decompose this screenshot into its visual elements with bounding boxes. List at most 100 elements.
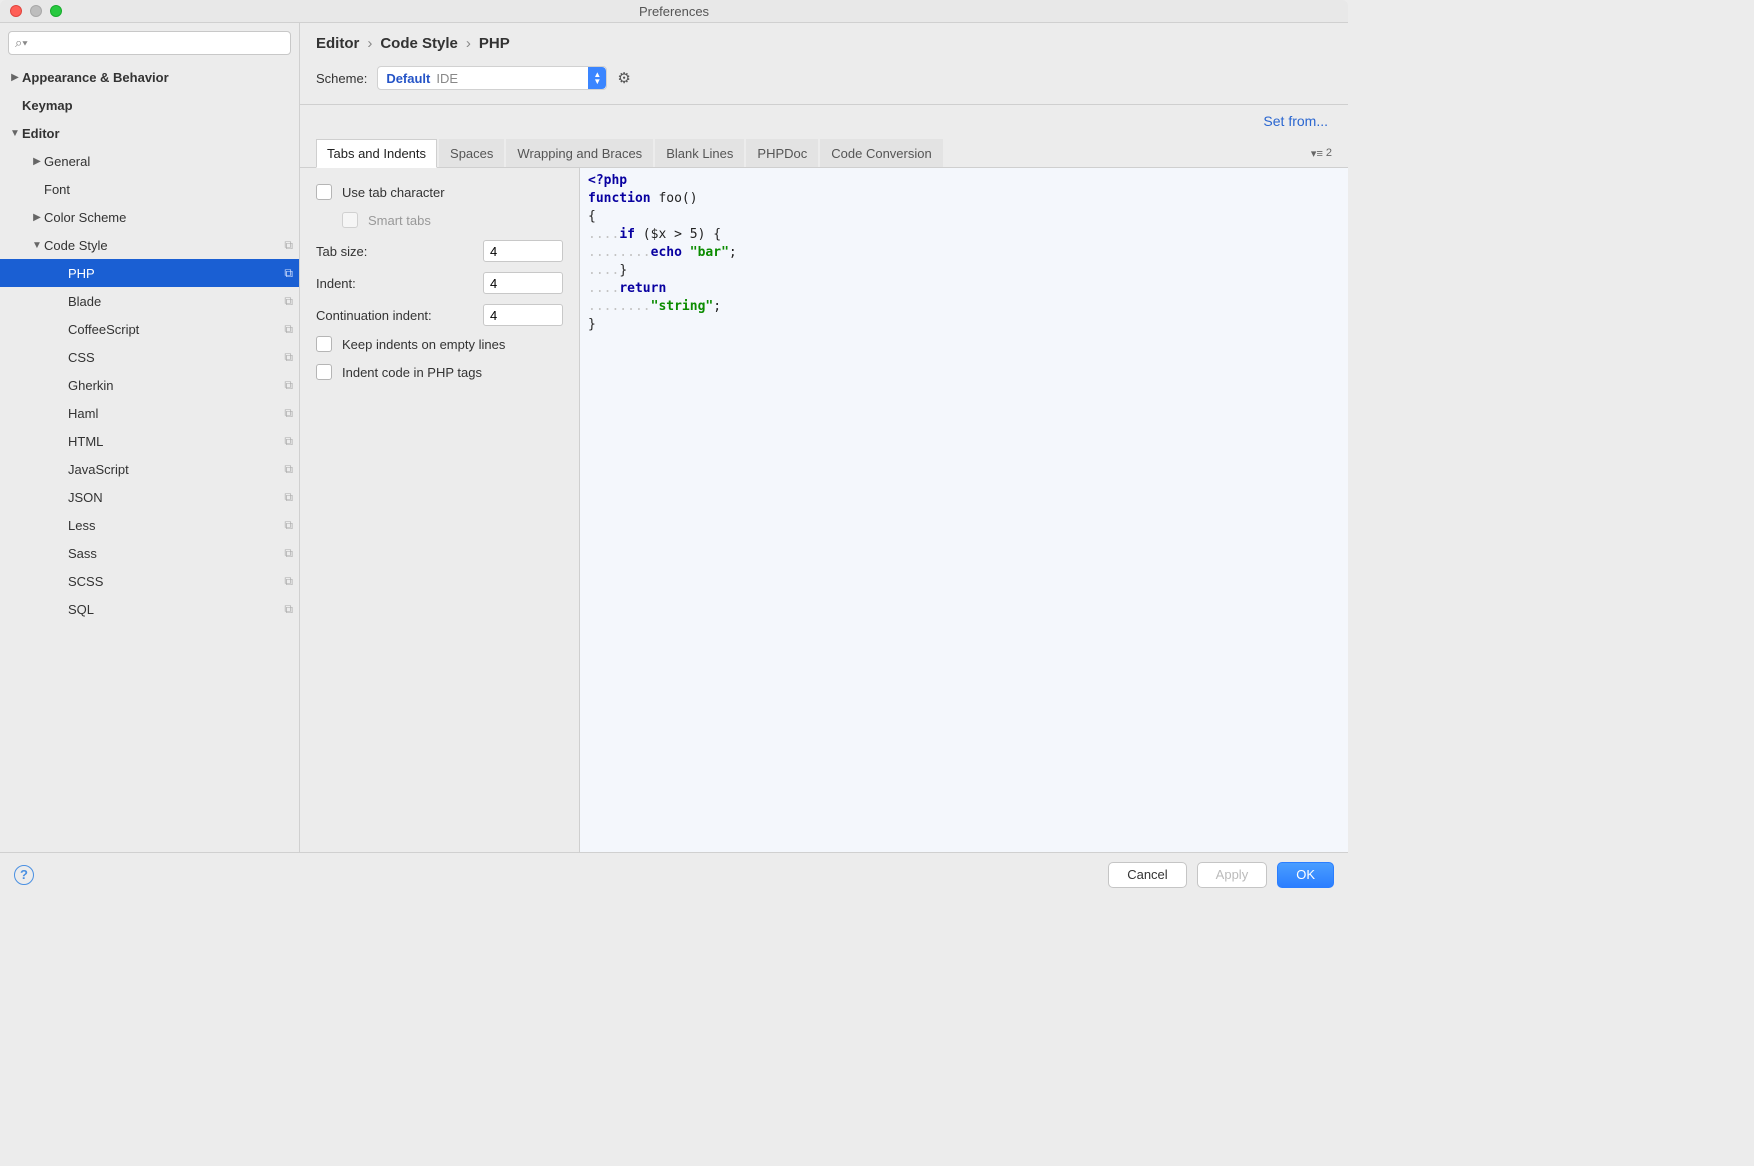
gear-icon[interactable]: ⚙︎ [617,69,630,87]
chevron-right-icon: ▶ [30,156,44,167]
tree-item[interactable]: JavaScript⧉ [0,455,299,483]
scheme-value: Default [386,71,430,86]
tree-item[interactable]: CoffeeScript⧉ [0,315,299,343]
copy-icon: ⧉ [284,238,293,253]
tree-item[interactable]: Less⧉ [0,511,299,539]
tree-item-label: JavaScript [68,462,284,477]
chevron-down-icon: ▼ [30,240,44,251]
checkbox-icon [316,336,332,352]
copy-icon: ⧉ [284,490,293,505]
content: Editor › Code Style › PHP Scheme: Defaul… [300,23,1348,852]
search-input[interactable]: ⌕▾ [8,31,291,55]
tab[interactable]: Wrapping and Braces [506,139,653,167]
continuation-indent-input[interactable] [483,304,563,326]
copy-icon: ⧉ [284,266,293,281]
ok-button[interactable]: OK [1277,862,1334,888]
tree-item[interactable]: Keymap [0,91,299,119]
continuation-indent-row: Continuation indent: [316,304,563,326]
tree-item[interactable]: ▼Editor [0,119,299,147]
set-from-link[interactable]: Set from... [300,105,1348,139]
tree-item-label: Gherkin [68,378,284,393]
tab[interactable]: PHPDoc [746,139,818,167]
scheme-row: Scheme: Default IDE ▲▼ ⚙︎ [300,56,1348,105]
softwrap-indicator[interactable]: ▾≡2 [1311,147,1332,160]
main: ⌕▾ ▶Appearance & BehaviorKeymap▼Editor▶G… [0,22,1348,852]
copy-icon: ⧉ [284,294,293,309]
tab[interactable]: Code Conversion [820,139,942,167]
sidebar: ⌕▾ ▶Appearance & BehaviorKeymap▼Editor▶G… [0,23,300,852]
tree-item-label: Blade [68,294,284,309]
list-icon: ▾≡ [1311,147,1323,160]
tree-item-label: CSS [68,350,284,365]
tree-item[interactable]: Sass⧉ [0,539,299,567]
copy-icon: ⧉ [284,602,293,617]
breadcrumb-sep-icon: › [458,35,479,52]
tree-item[interactable]: SCSS⧉ [0,567,299,595]
tree-item[interactable]: ▶Color Scheme [0,203,299,231]
tree-item-label: PHP [68,266,284,281]
tree-item[interactable]: PHP⧉ [0,259,299,287]
tree-item[interactable]: Font [0,175,299,203]
copy-icon: ⧉ [284,546,293,561]
breadcrumb-item[interactable]: Editor [316,35,359,52]
tree-item[interactable]: Blade⧉ [0,287,299,315]
scheme-label: Scheme: [316,71,367,86]
chevron-right-icon: ▶ [8,72,22,83]
tree-item[interactable]: ▶Appearance & Behavior [0,63,299,91]
copy-icon: ⧉ [284,378,293,393]
settings-panel: Use tab character Smart tabs Tab size: I… [300,168,580,852]
keep-indents-checkbox[interactable]: Keep indents on empty lines [316,336,563,352]
tree-item-label: SQL [68,602,284,617]
tree-item-label: JSON [68,490,284,505]
tabs: Tabs and IndentsSpacesWrapping and Brace… [300,139,1348,168]
tree-item-label: Code Style [44,238,284,253]
settings-tree: ▶Appearance & BehaviorKeymap▼Editor▶Gene… [0,63,299,852]
scheme-select[interactable]: Default IDE ▲▼ [377,66,607,90]
tree-item[interactable]: ▶General [0,147,299,175]
search-wrap: ⌕▾ [0,23,299,63]
tree-item-label: Sass [68,546,284,561]
cancel-button[interactable]: Cancel [1108,862,1186,888]
tree-item-label: Appearance & Behavior [22,70,293,85]
apply-button[interactable]: Apply [1197,862,1268,888]
help-icon[interactable]: ? [14,865,34,885]
tree-item[interactable]: ▼Code Style⧉ [0,231,299,259]
field-label: Continuation indent: [316,308,483,323]
copy-icon: ⧉ [284,462,293,477]
checkbox-icon [342,212,358,228]
field-label: Indent: [316,276,483,291]
indent-in-php-tags-checkbox[interactable]: Indent code in PHP tags [316,364,563,380]
tree-item[interactable]: Haml⧉ [0,399,299,427]
chevron-right-icon: ▶ [30,212,44,223]
breadcrumb-item[interactable]: Code Style [380,35,458,52]
tree-item-label: Haml [68,406,284,421]
tab[interactable]: Spaces [439,139,504,167]
tree-item-label: HTML [68,434,284,449]
copy-icon: ⧉ [284,322,293,337]
tree-item[interactable]: SQL⧉ [0,595,299,623]
tab-size-row: Tab size: [316,240,563,262]
breadcrumb-item[interactable]: PHP [479,35,510,52]
copy-icon: ⧉ [284,434,293,449]
chevron-down-icon: ▼ [8,128,22,139]
tab-size-input[interactable] [483,240,563,262]
tree-item-label: Keymap [22,98,293,113]
tree-item-label: SCSS [68,574,284,589]
copy-icon: ⧉ [284,574,293,589]
search-icon: ⌕▾ [15,35,28,51]
tree-item[interactable]: Gherkin⧉ [0,371,299,399]
chevron-up-down-icon: ▲▼ [588,67,606,89]
editor-zone: Use tab character Smart tabs Tab size: I… [300,168,1348,852]
breadcrumb-sep-icon: › [359,35,380,52]
tree-item[interactable]: JSON⧉ [0,483,299,511]
tab[interactable]: Tabs and Indents [316,139,437,168]
use-tab-character-checkbox[interactable]: Use tab character [316,184,563,200]
copy-icon: ⧉ [284,406,293,421]
checkbox-icon [316,364,332,380]
tree-item[interactable]: HTML⧉ [0,427,299,455]
tree-item-label: General [44,154,293,169]
tree-item[interactable]: CSS⧉ [0,343,299,371]
copy-icon: ⧉ [284,518,293,533]
indent-input[interactable] [483,272,563,294]
tab[interactable]: Blank Lines [655,139,744,167]
